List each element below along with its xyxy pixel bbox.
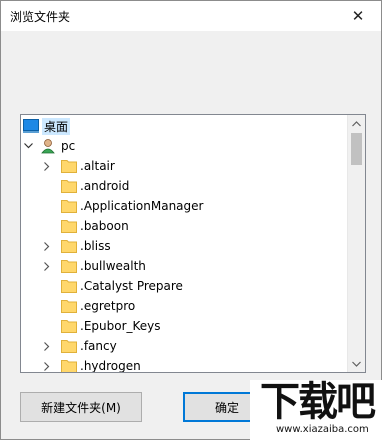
- dialog-title: 浏览文件夹: [10, 10, 71, 24]
- folder-icon: [61, 159, 77, 173]
- tree-item-label: 桌面: [42, 117, 71, 135]
- scroll-up-button[interactable]: [348, 115, 365, 132]
- tree-item-folder[interactable]: .bliss: [21, 236, 347, 256]
- new-folder-button[interactable]: 新建文件夹(M): [20, 392, 142, 422]
- chevron-right-icon[interactable]: [42, 336, 52, 356]
- tree-item-label: .Epubor_Keys: [80, 319, 161, 333]
- browse-folder-dialog: 浏览文件夹 ✕ 桌面 pc .altair .android .Applicat…: [0, 0, 382, 440]
- tree-item-folder[interactable]: .Catalyst Prepare: [21, 276, 347, 296]
- folder-icon: [61, 319, 77, 333]
- tree-item-pc[interactable]: pc: [21, 136, 347, 156]
- chevron-down-icon[interactable]: [23, 136, 33, 156]
- tree-item-label: .altair: [80, 159, 115, 173]
- folder-icon: [61, 179, 77, 193]
- watermark-logo: 下载吧: [260, 379, 376, 425]
- chevron-right-icon[interactable]: [42, 156, 52, 176]
- user-icon: [41, 138, 56, 157]
- folder-icon: [61, 239, 77, 253]
- chevron-up-icon: [352, 120, 361, 126]
- scrollbar-thumb[interactable]: [351, 133, 362, 165]
- watermark-url: www.xiazaiba.com: [276, 424, 369, 435]
- tree-item-label: pc: [61, 139, 76, 153]
- folder-icon: [61, 259, 77, 273]
- chevron-right-icon[interactable]: [42, 356, 52, 372]
- scroll-down-button[interactable]: [348, 355, 365, 372]
- tree-item-label: .hydrogen: [80, 359, 141, 373]
- tree-item-desktop[interactable]: 桌面: [21, 116, 347, 136]
- tree-item-label: .bliss: [80, 239, 111, 253]
- tree-item-label: .baboon: [80, 219, 129, 233]
- title-bar: 浏览文件夹 ✕: [1, 1, 381, 31]
- tree-item-folder[interactable]: .Epubor_Keys: [21, 316, 347, 336]
- tree-item-label: .android: [80, 179, 130, 193]
- chevron-right-icon[interactable]: [42, 236, 52, 256]
- tree-item-folder[interactable]: .ApplicationManager: [21, 196, 347, 216]
- tree-item-folder[interactable]: .baboon: [21, 216, 347, 236]
- tree-item-label: .ApplicationManager: [80, 199, 204, 213]
- tree-item-folder[interactable]: .hydrogen: [21, 356, 347, 373]
- desktop-icon: [23, 119, 39, 136]
- vertical-scrollbar[interactable]: [347, 115, 365, 372]
- close-button[interactable]: ✕: [335, 1, 381, 31]
- folder-icon: [61, 299, 77, 313]
- tree-item-label: .egretpro: [80, 299, 136, 313]
- tree-item-label: .fancy: [80, 339, 117, 353]
- tree-item-folder[interactable]: .fancy: [21, 336, 347, 356]
- folder-icon: [61, 339, 77, 353]
- folder-icon: [61, 279, 77, 293]
- chevron-down-icon: [352, 361, 361, 367]
- watermark: 下载吧 www.xiazaiba.com: [250, 380, 382, 440]
- folder-icon: [61, 219, 77, 233]
- chevron-right-icon[interactable]: [42, 256, 52, 276]
- tree-item-label: .Catalyst Prepare: [80, 279, 183, 293]
- tree-item-folder[interactable]: .egretpro: [21, 296, 347, 316]
- tree-item-folder[interactable]: .bullwealth: [21, 256, 347, 276]
- folder-tree[interactable]: 桌面 pc .altair .android .ApplicationManag…: [20, 114, 366, 373]
- folder-icon: [61, 199, 77, 213]
- folder-icon: [61, 359, 77, 372]
- tree-item-label: .bullwealth: [80, 259, 146, 273]
- tree-item-folder[interactable]: .altair: [21, 156, 347, 176]
- close-icon: ✕: [351, 7, 365, 25]
- tree-item-folder[interactable]: .android: [21, 176, 347, 196]
